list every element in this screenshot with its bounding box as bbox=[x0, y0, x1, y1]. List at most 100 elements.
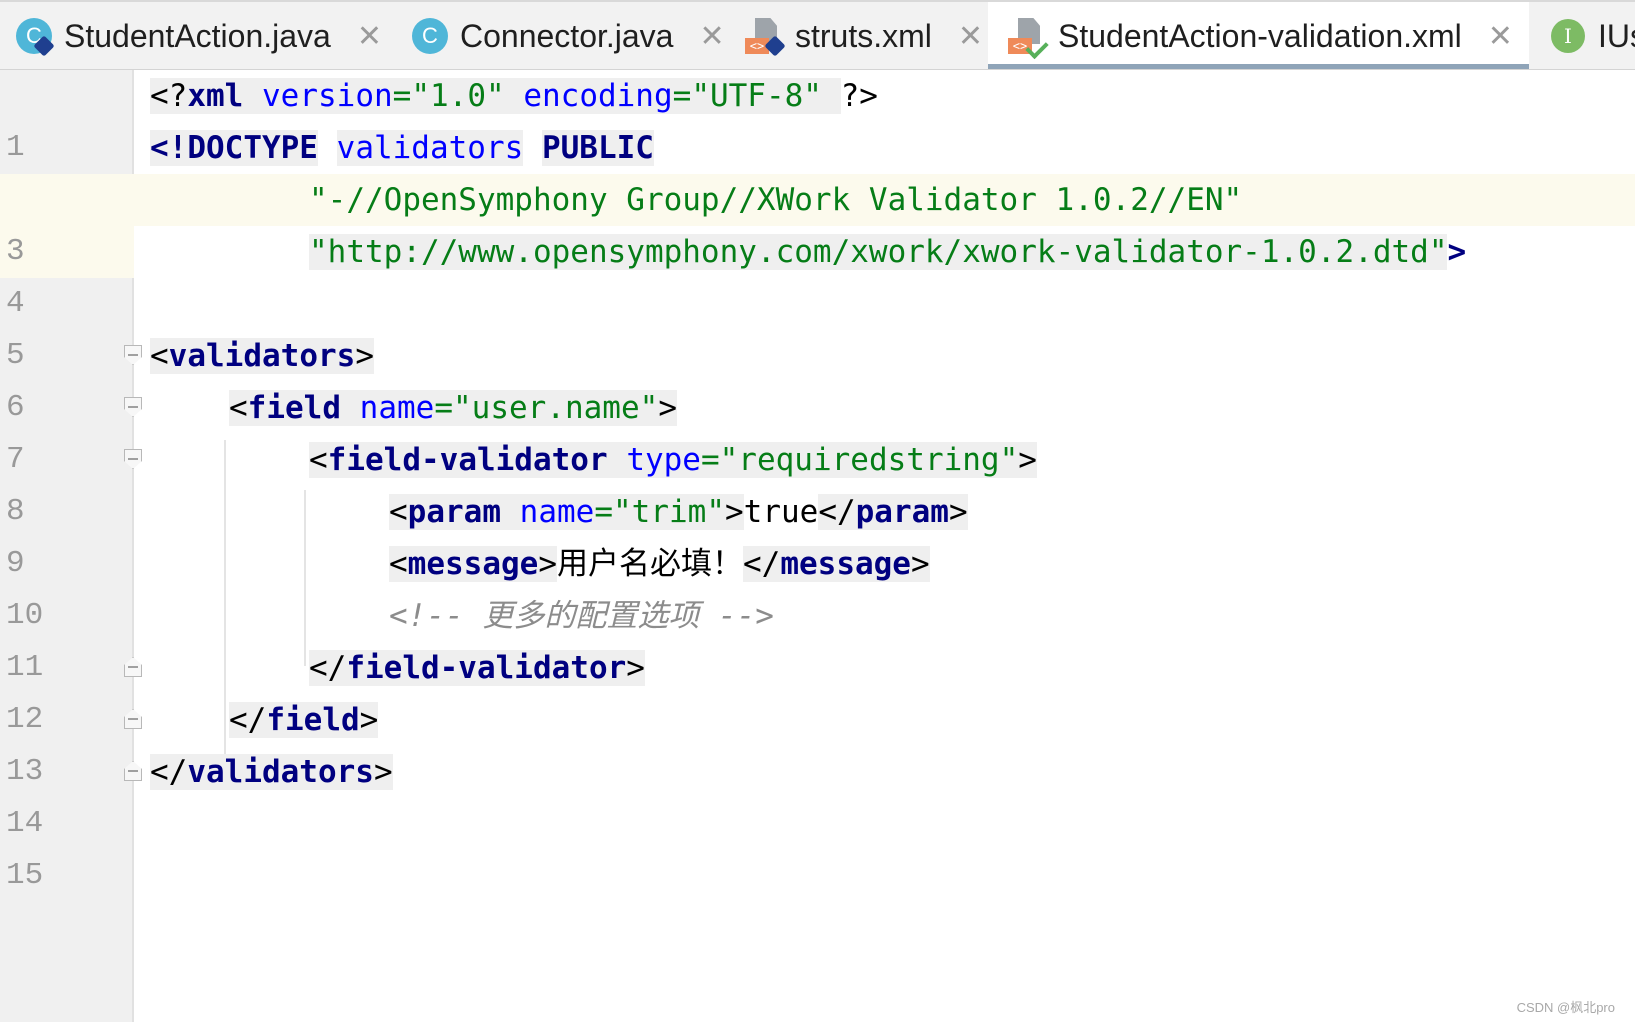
xml-comment: <!-- 更多的配置选项 --> bbox=[389, 598, 774, 634]
tag-bracket: > bbox=[626, 650, 645, 686]
tag-name: field bbox=[247, 390, 341, 426]
tag-name: field-validator bbox=[327, 442, 608, 478]
tag-name: validators bbox=[187, 754, 374, 790]
xml-decl-close: ?> bbox=[840, 78, 878, 114]
fold-end-icon[interactable] bbox=[124, 709, 142, 729]
element-text: 用户名必填！ bbox=[557, 546, 743, 582]
code-line[interactable]: 7 <field name="user.name"> bbox=[0, 382, 1635, 477]
attr-value: "1.0" bbox=[411, 78, 505, 114]
tag-bracket: </ bbox=[743, 546, 781, 582]
tag-name: validators bbox=[168, 338, 356, 374]
code-line[interactable]: 1 <?xml version="1.0" encoding="UTF-8" ?… bbox=[0, 70, 1635, 165]
code-line[interactable]: 13 </field> bbox=[0, 694, 1635, 789]
attr-name: type bbox=[626, 442, 701, 478]
tag-bracket: > bbox=[355, 338, 374, 374]
doctype-keyword: <!DOCTYPE bbox=[150, 130, 318, 166]
tab-label: IUs bbox=[1598, 17, 1635, 54]
tag-bracket: > bbox=[538, 546, 557, 582]
close-icon[interactable]: ✕ bbox=[958, 19, 983, 54]
tag-name: param bbox=[855, 494, 949, 530]
tab-studentaction-validation-xml[interactable]: <> StudentAction-validation.xml ✕ bbox=[988, 2, 1529, 69]
code-line[interactable]: 5 bbox=[0, 278, 1635, 373]
fold-collapse-icon[interactable] bbox=[124, 449, 142, 469]
element-text: true bbox=[743, 494, 819, 530]
tag-bracket: </ bbox=[309, 650, 347, 686]
tag-bracket: > bbox=[658, 390, 677, 426]
editor-tab-bar: C StudentAction.java ✕ C Connector.java … bbox=[0, 0, 1635, 70]
doctype-close: > bbox=[1447, 234, 1467, 270]
tab-label: StudentAction.java bbox=[64, 17, 331, 54]
tab-ius[interactable]: I IUs bbox=[1548, 2, 1635, 69]
tab-label: Connector.java bbox=[460, 17, 674, 54]
java-class-icon: C bbox=[410, 16, 450, 56]
equals: = bbox=[594, 494, 613, 530]
xml-file-icon: <> bbox=[745, 16, 786, 57]
fold-end-icon[interactable] bbox=[124, 761, 142, 781]
code-line[interactable]: 6 <validators> bbox=[0, 330, 1635, 425]
attr-name: name bbox=[359, 390, 435, 426]
tag-bracket: > bbox=[948, 494, 968, 530]
code-line[interactable]: 11 <!-- 更多的配置选项 --> bbox=[0, 590, 1635, 685]
dtd-url-string: "http://www.opensymphony.com/xwork/xwork… bbox=[309, 234, 1448, 270]
attr-value: "trim" bbox=[613, 494, 725, 530]
tab-connector-java[interactable]: C Connector.java ✕ bbox=[410, 2, 725, 69]
tag-bracket: < bbox=[229, 390, 248, 426]
tag-bracket: > bbox=[359, 702, 379, 738]
attr-value: "requiredstring" bbox=[719, 442, 1019, 478]
xml-keyword: xml bbox=[187, 78, 244, 114]
code-line[interactable]: 10 <message>用户名必填！</message> bbox=[0, 538, 1635, 633]
tab-label: struts.xml bbox=[795, 17, 932, 54]
tab-studentaction-java[interactable]: C StudentAction.java ✕ bbox=[14, 2, 382, 69]
attr-name: encoding bbox=[523, 78, 673, 114]
code-line[interactable]: 2 <!DOCTYPE validators PUBLIC bbox=[0, 122, 1635, 217]
tag-name: message bbox=[407, 546, 539, 582]
fold-collapse-icon[interactable] bbox=[124, 345, 142, 365]
tag-bracket: </ bbox=[150, 754, 188, 790]
tab-struts-xml[interactable]: <> struts.xml ✕ bbox=[745, 2, 983, 69]
tag-bracket: </ bbox=[229, 702, 267, 738]
doctype-name: validators bbox=[336, 130, 524, 166]
fold-end-icon[interactable] bbox=[124, 657, 142, 677]
tag-bracket: < bbox=[309, 442, 328, 478]
tag-name: field bbox=[266, 702, 360, 738]
line-number: 15 bbox=[6, 858, 44, 893]
tag-bracket: < bbox=[150, 338, 169, 374]
code-line[interactable]: 8 <field-validator type="requiredstring"… bbox=[0, 434, 1635, 529]
public-keyword: PUBLIC bbox=[541, 130, 654, 166]
public-id-string: "-//OpenSymphony Group//XWork Validator … bbox=[309, 182, 1243, 218]
code-editor[interactable]: 1 <?xml version="1.0" encoding="UTF-8" ?… bbox=[0, 70, 1635, 1022]
close-icon[interactable]: ✕ bbox=[699, 19, 724, 54]
equals: = bbox=[700, 442, 720, 478]
close-icon[interactable]: ✕ bbox=[1488, 19, 1513, 54]
tab-label: StudentAction-validation.xml bbox=[1058, 17, 1462, 54]
code-line[interactable]: 15 bbox=[0, 798, 1635, 893]
attr-name: version bbox=[262, 78, 393, 114]
equals: = bbox=[672, 78, 692, 114]
tag-bracket: </ bbox=[818, 494, 856, 530]
attr-name: name bbox=[519, 494, 595, 530]
close-icon[interactable]: ✕ bbox=[357, 19, 382, 54]
tag-name: field-validator bbox=[346, 650, 627, 686]
code-line[interactable]: 9 <param name="trim">true</param> bbox=[0, 486, 1635, 581]
xml-decl-open: <? bbox=[150, 78, 188, 114]
attr-value: "UTF-8" bbox=[691, 78, 822, 114]
tag-bracket: > bbox=[373, 754, 393, 790]
tag-bracket: > bbox=[1018, 442, 1037, 478]
watermark: CSDN @枫北pro bbox=[1516, 1000, 1615, 1015]
tag-bracket: < bbox=[389, 546, 408, 582]
equals: = bbox=[392, 78, 412, 114]
code-line[interactable]: 4 "http://www.opensymphony.com/xwork/xwo… bbox=[0, 226, 1635, 321]
tag-bracket: < bbox=[389, 494, 408, 530]
code-line[interactable]: 14 </validators> bbox=[0, 746, 1635, 841]
tag-name: param bbox=[407, 494, 501, 530]
code-line[interactable]: 12 </field-validator> bbox=[0, 642, 1635, 737]
java-class-icon: C bbox=[14, 16, 55, 57]
fold-collapse-icon[interactable] bbox=[124, 397, 142, 417]
interface-icon: I bbox=[1548, 16, 1588, 56]
attr-value: "user.name" bbox=[453, 390, 659, 426]
xml-validation-icon: <> bbox=[1008, 16, 1049, 60]
code-line-current[interactable]: 3 "-//OpenSymphony Group//XWork Validato… bbox=[0, 174, 1635, 278]
tag-bracket: > bbox=[910, 546, 930, 582]
tag-bracket: > bbox=[724, 494, 744, 530]
tag-name: message bbox=[780, 546, 911, 582]
